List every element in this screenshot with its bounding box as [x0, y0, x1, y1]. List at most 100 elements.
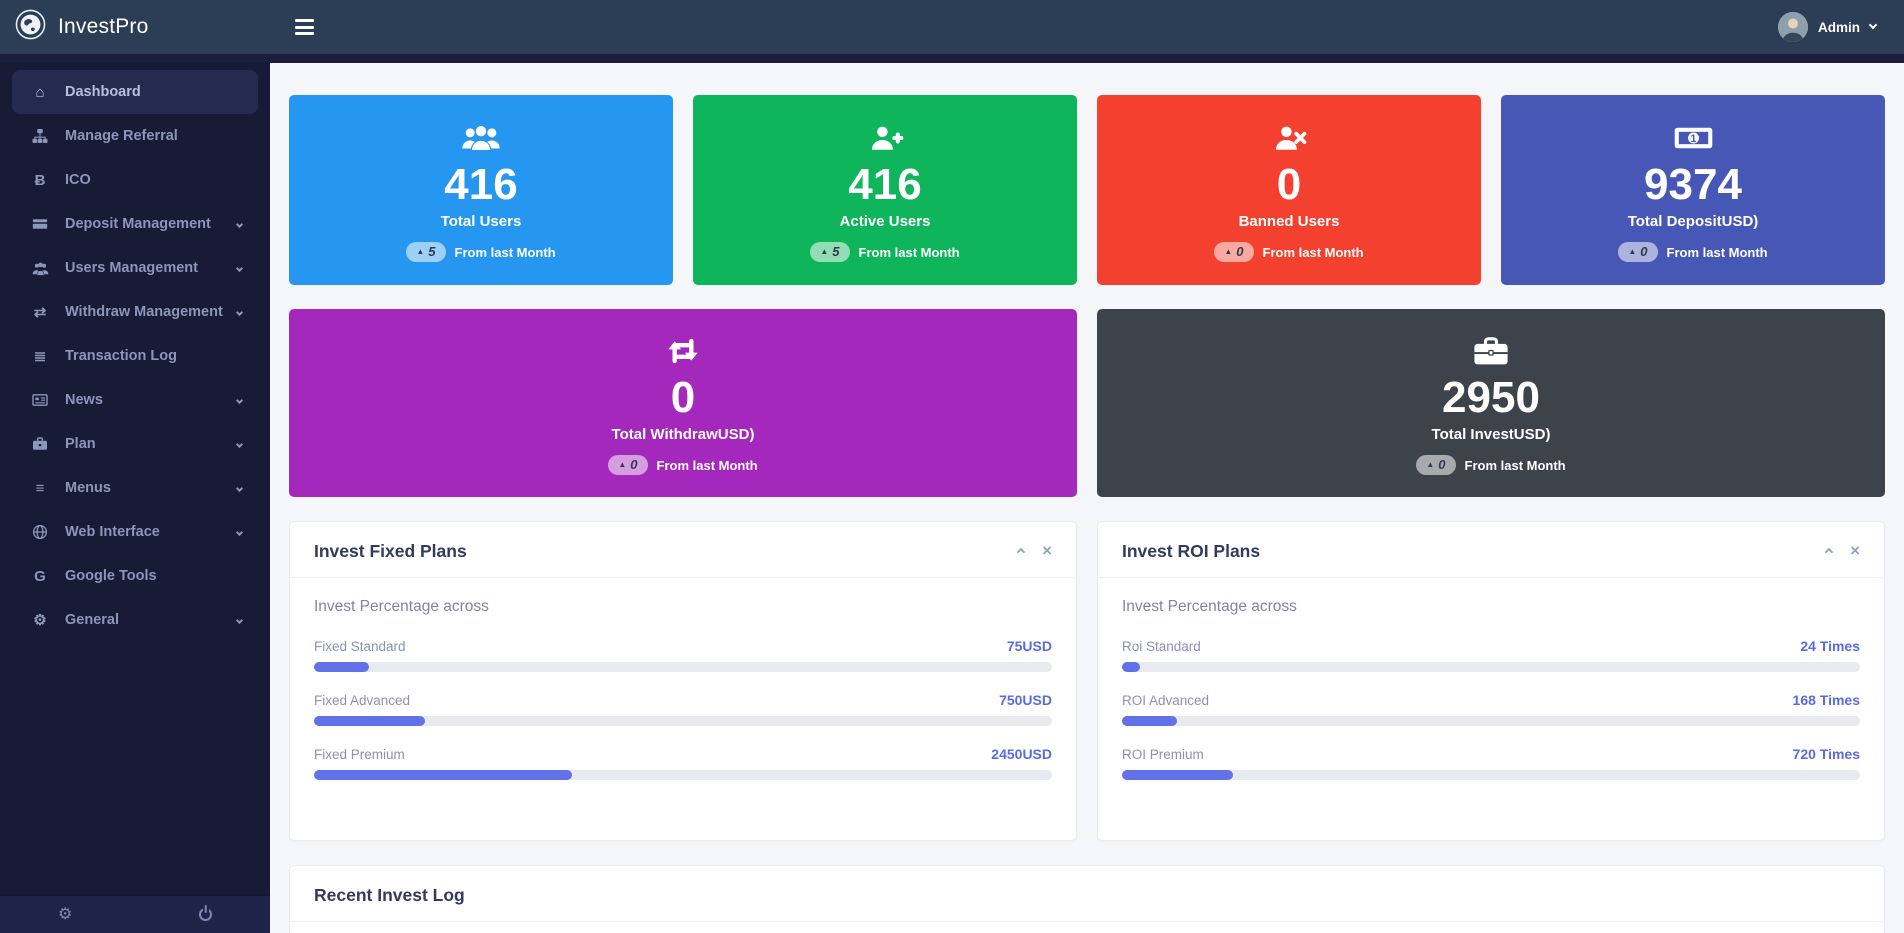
collapse-icon[interactable]: [1017, 547, 1025, 555]
chevron-down-icon: [236, 308, 243, 315]
sidebar-item-label: Manage Referral: [65, 128, 178, 144]
sidebar-item-web-interface[interactable]: Web Interface: [12, 510, 258, 554]
panel-title: Invest Fixed Plans: [314, 541, 467, 562]
stat-label: Banned Users: [1239, 213, 1340, 230]
sidebar-item-news[interactable]: News: [12, 378, 258, 422]
panel-subtitle: Invest Percentage across: [1122, 598, 1860, 616]
stat-label: Total InvestUSD): [1432, 426, 1551, 443]
chevron-down-icon: [236, 220, 243, 227]
caret-up-icon: ▲: [416, 248, 424, 256]
sidebar-item-menus[interactable]: ≡ Menus: [12, 466, 258, 510]
panel-header: Invest Fixed Plans ×: [290, 522, 1076, 578]
stat-value: 0: [671, 373, 695, 424]
user-menu[interactable]: Admin: [1778, 12, 1876, 42]
plan-row-fixed-advanced: Fixed Advanced750USD: [314, 692, 1052, 726]
plan-row-roi-premium: ROI Premium720 Times: [1122, 746, 1860, 780]
chevron-down-icon: [1869, 21, 1877, 29]
sidebar-item-general[interactable]: ⚙General: [12, 598, 258, 642]
plan-value: 24 Times: [1800, 638, 1860, 654]
settings-gear-icon[interactable]: ⚙: [58, 907, 72, 923]
svg-text:1: 1: [1690, 132, 1696, 144]
plan-value: 720 Times: [1793, 746, 1860, 762]
stat-card-active-users: 416Active Users▲5From last Month: [693, 95, 1077, 285]
plan-label: Fixed Advanced: [314, 693, 410, 708]
progress-bar: [314, 662, 1052, 672]
sidebar-item-users-management[interactable]: Users Management: [12, 246, 258, 290]
stat-change-badge: ▲0From last Month: [1618, 242, 1767, 262]
globe-logo-icon: [15, 9, 46, 45]
plan-value: 75USD: [1007, 638, 1052, 654]
sidebar-item-dashboard[interactable]: ⌂Dashboard: [12, 70, 258, 114]
panel-invest-roi-plans: Invest ROI Plans×Invest Percentage acros…: [1097, 521, 1885, 841]
sidebar-item-label: Plan: [65, 436, 96, 452]
stat-change-badge: ▲ 0 From last Month: [1416, 455, 1565, 475]
panel-invest-fixed-plans: Invest Fixed Plans×Invest Percentage acr…: [289, 521, 1077, 841]
collapse-icon[interactable]: [1825, 547, 1833, 555]
stat-card-total-depositusd: 1 9374 Total DepositUSD) ▲0From last Month: [1501, 95, 1885, 285]
swap-icon: [663, 333, 703, 369]
stat-card-banned-users: 0Banned Users▲0From last Month: [1097, 95, 1481, 285]
close-icon[interactable]: ×: [1850, 542, 1860, 559]
progress-bar: [314, 770, 1052, 780]
plan-row-roi-standard: Roi Standard24 Times: [1122, 638, 1860, 672]
sidebar-item-label: Web Interface: [65, 524, 160, 540]
recent-invest-log-body: [290, 922, 1884, 933]
progress-bar: [314, 716, 1052, 726]
sidebar-item-label: Deposit Management: [65, 216, 211, 232]
stat-value: 2950: [1442, 373, 1540, 424]
sidebar-item-label: General: [65, 612, 119, 628]
users-group-icon: [461, 120, 501, 156]
close-icon[interactable]: ×: [1042, 542, 1052, 559]
progress-bar: [1122, 770, 1860, 780]
change-value: 5: [428, 244, 435, 259]
plan-value: 168 Times: [1793, 692, 1860, 708]
sidebar-item-manage-referral[interactable]: Manage Referral: [12, 114, 258, 158]
sidebar-item-label: Google Tools: [65, 568, 157, 584]
sidebar-item-label: Transaction Log: [65, 348, 177, 364]
brand-link[interactable]: InvestPro: [0, 9, 270, 45]
stat-card-total-users: 416Total Users▲5From last Month: [289, 95, 673, 285]
sidebar-item-withdraw-management[interactable]: ⇄Withdraw Management: [12, 290, 258, 334]
sidebar-item-label: Withdraw Management: [65, 304, 223, 320]
sitemap-icon: [28, 128, 52, 144]
stat-value: 9374: [1644, 160, 1742, 211]
change-value: 0: [1438, 457, 1445, 472]
plan-value: 2450USD: [991, 746, 1052, 762]
change-value: 0: [1236, 244, 1243, 259]
sidebar-item-label: Users Management: [65, 260, 198, 276]
stat-change-badge: ▲0From last Month: [1214, 242, 1363, 262]
caret-up-icon: ▲: [618, 461, 626, 469]
progress-bar: [1122, 662, 1860, 672]
chevron-down-icon: [236, 264, 243, 271]
sidebar: ⌂Dashboard Manage Referral ɃICO Deposit Man…: [0, 54, 270, 933]
plan-panels-row: Invest Fixed Plans × Invest Percentage acr…: [289, 521, 1885, 841]
sidebar-item-ico[interactable]: ɃICO: [12, 158, 258, 202]
sidebar-toggle-button[interactable]: [295, 19, 314, 35]
panel-title: Recent Invest Log: [314, 885, 465, 906]
stat-value: 0: [1277, 160, 1301, 211]
power-icon[interactable]: [199, 908, 212, 921]
sidebar-item-google-tools[interactable]: GGoogle Tools: [12, 554, 258, 598]
change-note: From last Month: [657, 458, 758, 473]
caret-up-icon: ▲: [1426, 461, 1434, 469]
briefcase-icon: [28, 436, 52, 452]
change-note: From last Month: [455, 245, 556, 260]
stat-card-total-investusd: 2950 Total InvestUSD) ▲ 0 From last Month: [1097, 309, 1885, 497]
money-bill-icon: 1: [1673, 120, 1714, 156]
plan-row-fixed-premium: Fixed Premium2450USD: [314, 746, 1052, 780]
sidebar-item-transaction-log[interactable]: ≣Transaction Log: [12, 334, 258, 378]
chevron-down-icon: [236, 616, 243, 623]
bitcoin-icon: Ƀ: [28, 173, 52, 188]
recent-invest-log-panel: Recent Invest Log: [289, 865, 1885, 933]
stat-change-badge: ▲0From last Month: [608, 455, 757, 475]
change-note: From last Month: [1263, 245, 1364, 260]
stat-card-total-withdrawusd: 0Total WithdrawUSD)▲0From last Month: [289, 309, 1077, 497]
stat-label: Total DepositUSD): [1628, 213, 1759, 230]
bars-icon: ≡: [28, 481, 52, 496]
change-note: From last Month: [1465, 458, 1566, 473]
home-icon: ⌂: [28, 85, 52, 100]
sidebar-item-plan[interactable]: Plan: [12, 422, 258, 466]
sidebar-item-deposit-management[interactable]: Deposit Management: [12, 202, 258, 246]
change-note: From last Month: [859, 245, 960, 260]
sidebar-item-label: Menus: [65, 480, 111, 496]
